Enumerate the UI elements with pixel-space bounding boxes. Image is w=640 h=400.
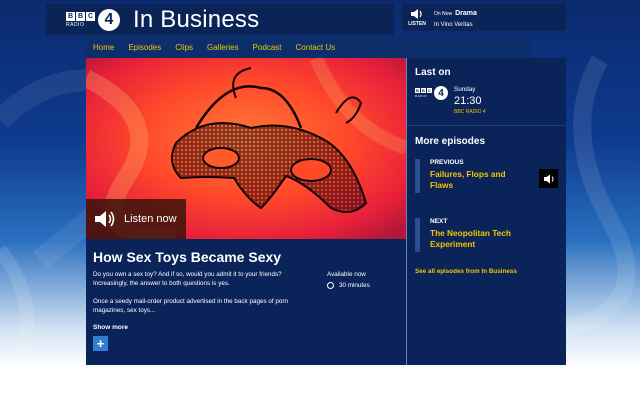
- nav-item-home[interactable]: Home: [93, 43, 114, 52]
- speaker-icon: [411, 9, 422, 19]
- bbc-letter: B: [415, 88, 420, 93]
- sidebar-divider: [407, 125, 566, 126]
- speaker-icon: [95, 211, 115, 227]
- speaker-icon: [543, 174, 553, 183]
- bbc-letter: C: [427, 88, 432, 93]
- previous-label: PREVIOUS: [430, 159, 464, 166]
- on-now-panel[interactable]: LISTEN On Now Drama In Vino Veritas: [402, 4, 566, 31]
- bbc-letter: B: [66, 11, 75, 21]
- play-previous-button[interactable]: [539, 169, 558, 188]
- previous-episode-title[interactable]: Failures, Flops and Flaws: [430, 169, 530, 191]
- radio-label: RADIO: [66, 21, 85, 28]
- availability: Available now: [327, 271, 366, 278]
- episode-marker: [415, 159, 420, 193]
- nav-item-episodes[interactable]: Episodes: [128, 43, 161, 52]
- nav-item-podcast[interactable]: Podcast: [253, 43, 282, 52]
- bbc-letter: C: [86, 11, 95, 21]
- duration: 30 minutes: [327, 282, 370, 289]
- episode-description: Do you own a sex toy? And if so, would y…: [93, 270, 313, 324]
- listen-now-button[interactable]: Listen now: [86, 199, 186, 239]
- nav-item-clips[interactable]: Clips: [175, 43, 193, 52]
- on-now-label: On Now: [434, 10, 453, 17]
- bbc-letter: B: [76, 11, 85, 21]
- next-episode-title[interactable]: The Neopolitan Tech Experiment: [430, 228, 530, 250]
- station-number: 4: [98, 8, 120, 31]
- bbc-letter: B: [421, 88, 426, 93]
- clock-icon: [327, 282, 334, 289]
- next-label: NEXT: [430, 218, 448, 225]
- sidebar: Last on B B C RADIO 4 Sunday 21:30 BBC R…: [407, 58, 566, 365]
- nav-extension: [405, 36, 531, 58]
- site-header: B B C RADIO 4 In Business: [46, 4, 394, 35]
- episode-panel: Listen now How Sex Toys Became Sexy Do y…: [86, 58, 406, 365]
- station-number: 4: [434, 86, 448, 100]
- nav-item-galleries[interactable]: Galleries: [207, 43, 239, 52]
- last-on-heading: Last on: [415, 67, 451, 78]
- listen-now-label: Listen now: [124, 213, 177, 225]
- bbc-radio4-logo: B B C RADIO 4: [415, 86, 448, 100]
- show-more-link[interactable]: Show more: [93, 324, 128, 331]
- last-on-station: BBC RADIO 4: [454, 109, 486, 115]
- plus-icon[interactable]: +: [93, 336, 108, 351]
- radio-label: RADIO: [415, 94, 428, 98]
- last-on-day: Sunday: [454, 86, 476, 93]
- page-title[interactable]: In Business: [133, 6, 259, 34]
- main-nav: Home Episodes Clips Galleries Podcast Co…: [86, 36, 405, 58]
- listen-label: LISTEN: [408, 21, 426, 27]
- nav-item-contact-us[interactable]: Contact Us: [296, 43, 336, 52]
- episode-marker: [415, 218, 420, 252]
- on-now-genre: Drama: [455, 9, 477, 17]
- more-episodes-heading: More episodes: [415, 136, 486, 147]
- see-all-episodes-link[interactable]: See all episodes from In Business: [415, 268, 517, 275]
- description-paragraph: Do you own a sex toy? And if so, would y…: [93, 271, 282, 287]
- description-paragraph: Once a seedy mail-order product advertis…: [93, 298, 288, 314]
- on-now-programme[interactable]: In Vino Veritas: [434, 20, 477, 31]
- last-on-time: 21:30: [454, 95, 482, 107]
- episode-title: How Sex Toys Became Sexy: [93, 249, 282, 265]
- duration-text: 30 minutes: [339, 282, 370, 289]
- bbc-radio4-logo[interactable]: B B C RADIO 4: [66, 8, 120, 31]
